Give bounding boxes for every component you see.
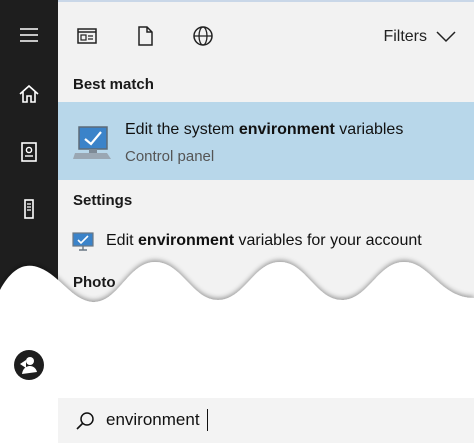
settings-result-label: Edit environment variables for your acco… [106, 232, 422, 250]
notebook-icon[interactable] [17, 140, 41, 164]
home-icon[interactable] [17, 82, 41, 106]
chevron-down-icon [436, 31, 456, 43]
best-match-title: Edit the system environment variables [125, 121, 403, 139]
settings-result-item[interactable]: Edit environment variables for your acco… [58, 226, 474, 260]
tower-icon[interactable] [17, 197, 41, 221]
best-match-header: Best match [73, 76, 154, 93]
title-prefix: Edit the system [125, 121, 239, 138]
monitor-icon [72, 232, 94, 252]
best-match-result[interactable]: Edit the system environment variables Co… [58, 102, 474, 180]
search-results-panel: Filters Best match Edit the system envir… [58, 2, 474, 443]
title-suffix: variables [334, 121, 404, 138]
best-match-subtitle: Control panel [125, 148, 215, 165]
settings-header: Settings [73, 192, 133, 209]
filters-label: Filters [383, 28, 427, 45]
label-prefix: Edit [106, 232, 139, 249]
globe-icon[interactable] [191, 24, 215, 48]
control-panel-icon [71, 123, 113, 161]
document-icon[interactable] [133, 24, 157, 48]
search-icon [75, 411, 95, 431]
app-window-icon[interactable] [75, 24, 99, 48]
search-input[interactable] [106, 407, 446, 433]
label-match-term: environment [138, 232, 235, 249]
hamburger-menu-icon[interactable] [17, 23, 41, 47]
filters-button[interactable]: Filters [383, 26, 456, 48]
text-cursor [207, 409, 208, 431]
photos-header: Photo [73, 274, 116, 291]
user-icon[interactable] [14, 350, 44, 380]
label-suffix: variables for your account [234, 232, 422, 249]
search-box[interactable] [58, 398, 474, 443]
title-match-term: environment [238, 121, 335, 138]
